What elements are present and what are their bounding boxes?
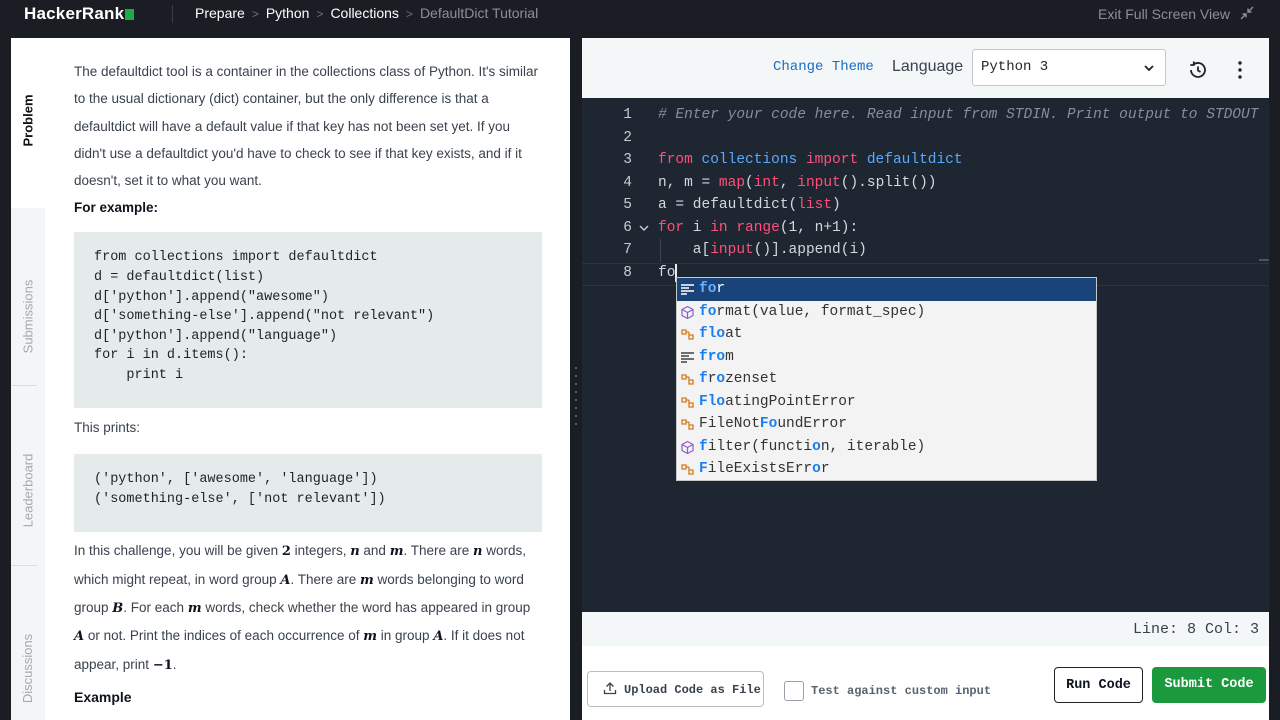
panel-resize-handle[interactable] — [574, 364, 580, 425]
suggestion-item[interactable]: FileNotFoundError — [677, 413, 1096, 436]
collapse-icon[interactable] — [1240, 6, 1254, 20]
function-icon — [681, 305, 694, 319]
editor-status-bar: Line: 8 Col: 3 — [582, 612, 1269, 646]
code-line-4: 4 n, m = map(int, input().split()) — [623, 174, 937, 191]
suggestion-item[interactable]: FloatingPointError — [677, 391, 1096, 414]
language-label: Language — [892, 58, 964, 75]
code-line-3: 3 from collections import defaultdict — [623, 152, 963, 168]
tab-discussions[interactable]: Discussions — [11, 608, 45, 720]
suggestion-item[interactable]: float — [677, 323, 1096, 346]
tab-submissions[interactable]: Submissions — [11, 256, 45, 376]
autocomplete-dropdown: for format(value, format_spec) float fro… — [676, 277, 1097, 481]
side-tabs: Problem Submissions Leaderboard Discussi… — [11, 38, 45, 720]
language-select[interactable]: Python 3 — [972, 49, 1166, 86]
chevron-right-icon: > — [251, 7, 259, 21]
chevron-right-icon: > — [405, 7, 413, 21]
for-example-heading: For example: — [74, 200, 159, 216]
exit-fullscreen-link[interactable]: Exit Full Screen View — [1098, 6, 1230, 22]
example-code-block: from collections import defaultdict d = … — [74, 232, 542, 409]
keyword-icon — [681, 351, 694, 363]
breadcrumb-collections[interactable]: Collections — [330, 5, 398, 21]
divider — [11, 385, 37, 386]
divider — [11, 565, 37, 566]
chevron-down-icon — [1144, 65, 1154, 72]
problem-panel: Problem Submissions Leaderboard Discussi… — [11, 38, 570, 720]
example-heading: Example — [74, 688, 132, 705]
code-line-5: 5a = defaultdict(list) — [623, 197, 841, 213]
problem-statement: The defaultdict tool is a container in t… — [74, 58, 542, 707]
class-icon — [681, 396, 694, 408]
more-options-icon[interactable] — [1234, 60, 1246, 80]
function-icon — [681, 440, 694, 454]
submit-code-button[interactable]: Submit Code — [1152, 667, 1266, 703]
divider — [172, 5, 173, 23]
tab-leaderboard[interactable]: Leaderboard — [11, 430, 45, 550]
suggestion-item[interactable]: FileExistsError — [677, 458, 1096, 481]
upload-icon — [603, 682, 617, 695]
class-icon — [681, 419, 694, 430]
language-value: Python 3 — [981, 59, 1049, 75]
class-icon — [681, 329, 694, 340]
hackerrank-logo[interactable]: HackerRank — [24, 4, 135, 24]
breadcrumb-python[interactable]: Python — [266, 5, 310, 21]
code-panel: Change Theme Language Python 3 1 # Enter … — [582, 38, 1269, 720]
suggestion-item[interactable]: for — [677, 278, 1096, 301]
run-code-button[interactable]: Run Code — [1054, 667, 1143, 703]
intro-paragraph: The defaultdict tool is a container in t… — [74, 64, 539, 189]
code-line-2: 2 — [623, 129, 632, 146]
upload-code-button[interactable]: Upload Code as File — [587, 671, 764, 707]
chevron-right-icon: > — [316, 7, 324, 21]
suggestion-item[interactable]: frozenset — [677, 368, 1096, 391]
class-icon — [681, 464, 694, 475]
breadcrumb-current: DefaultDict Tutorial — [419, 5, 539, 21]
tab-problem[interactable]: Problem — [11, 88, 45, 152]
challenge-paragraph: In this challenge, you will be given 2 i… — [74, 543, 531, 673]
history-icon[interactable] — [1187, 59, 1209, 81]
code-line-1: 1 # Enter your code here. Read input from… — [623, 107, 1259, 123]
change-theme-button[interactable]: Change Theme — [773, 59, 874, 75]
top-bar: HackerRank Prepare > Python > Collections > De… — [0, 0, 1280, 28]
breadcrumb-prepare[interactable]: Prepare — [195, 5, 245, 21]
suggestion-item[interactable]: filter(function, iterable) — [677, 436, 1096, 459]
code-editor[interactable]: 1 # Enter your code here. Read input from… — [582, 98, 1269, 612]
this-prints-label: This prints: — [74, 420, 141, 436]
output-code-block: ('python', ['awesome', 'language']) ('so… — [74, 454, 542, 533]
code-line-6: 6 for i in range(1, n+1): — [623, 219, 859, 236]
custom-input-label[interactable]: Test against custom input — [811, 684, 991, 698]
code-line-7: 7 a[input()].append(i) — [582, 239, 1269, 262]
action-bar: Upload Code as File Test against custom … — [582, 646, 1269, 720]
suggestion-item[interactable]: format(value, format_spec) — [677, 301, 1096, 324]
class-icon — [681, 374, 694, 385]
keyword-icon — [681, 284, 694, 295]
fold-chevron-icon[interactable] — [638, 222, 650, 234]
cursor-position: Line: 8 Col: 3 — [1132, 621, 1259, 638]
custom-input-checkbox[interactable] — [784, 681, 804, 701]
breadcrumb: Prepare > Python > Collections > DefaultDict T… — [195, 5, 538, 21]
editor-toolbar: Change Theme Language Python 3 — [582, 38, 1269, 98]
suggestion-item[interactable]: from — [677, 346, 1096, 369]
